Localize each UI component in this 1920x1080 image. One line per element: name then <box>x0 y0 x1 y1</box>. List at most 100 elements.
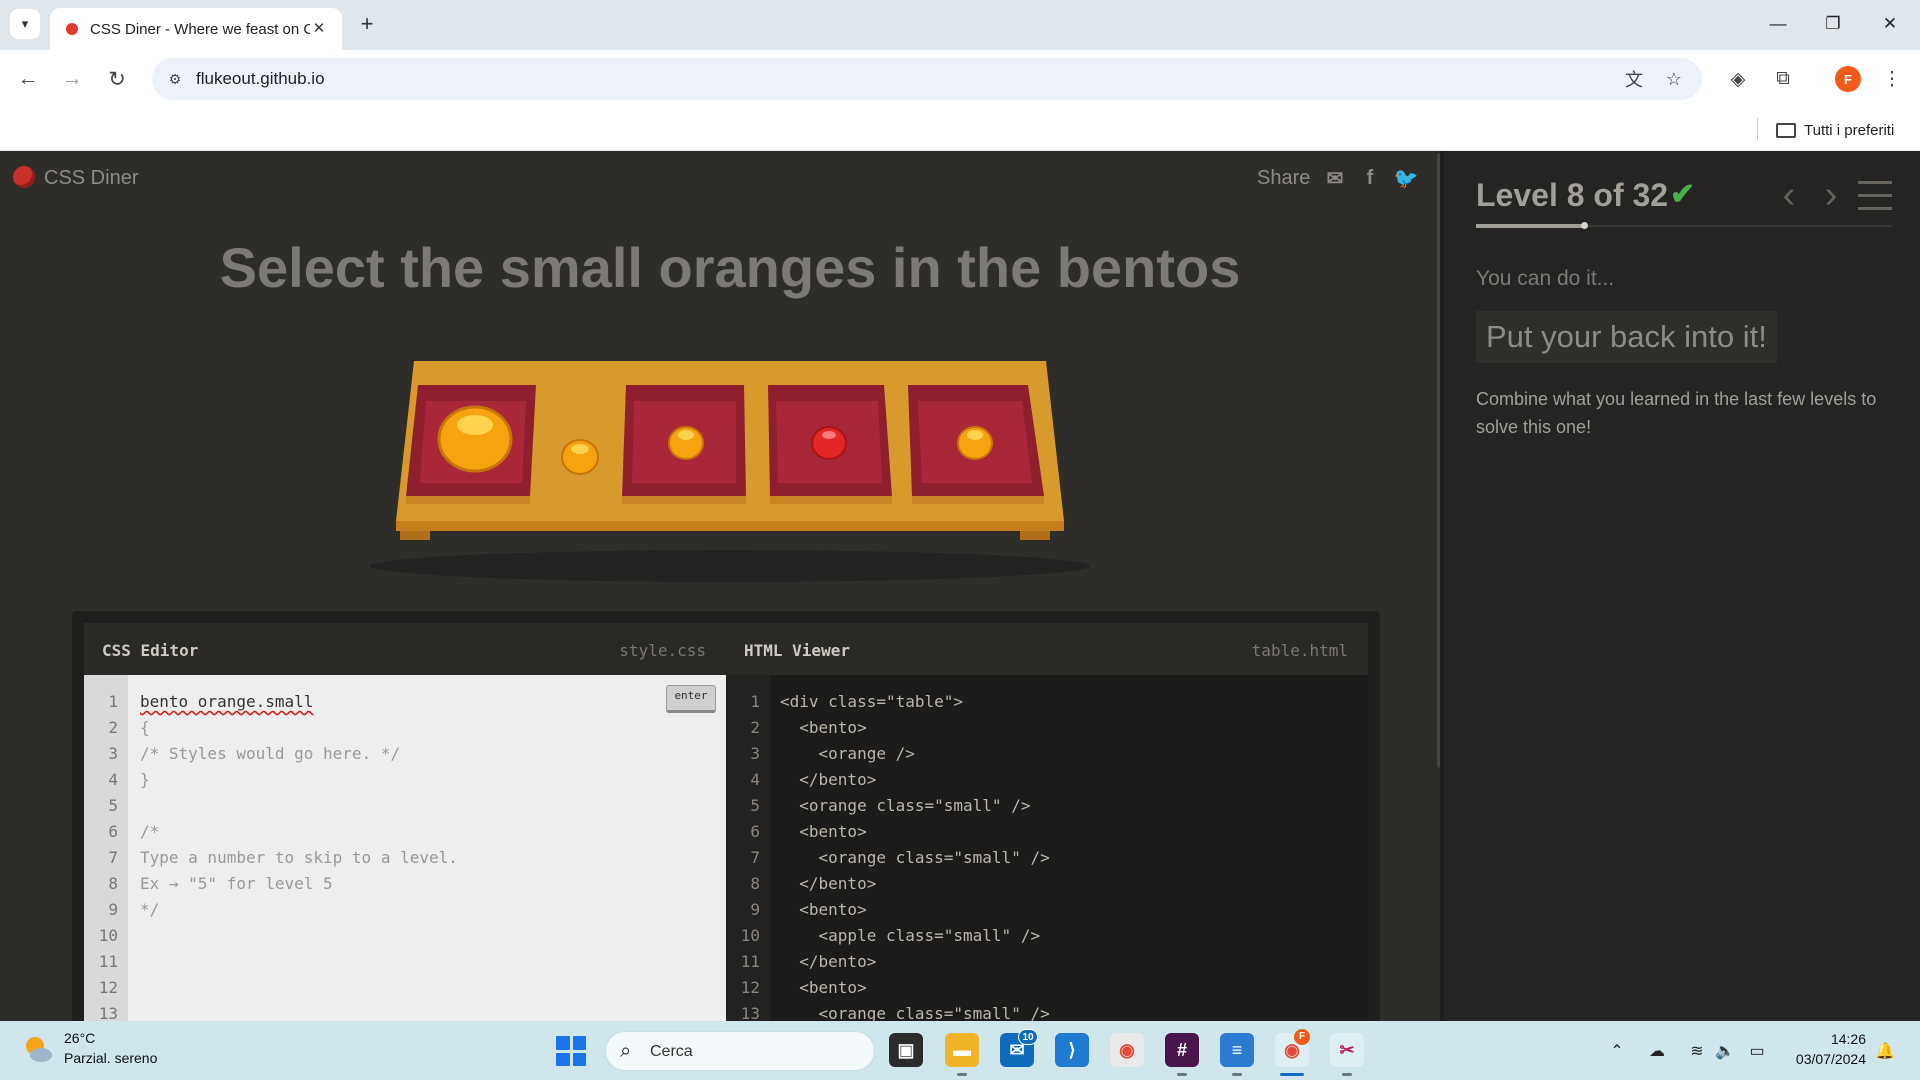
html-line-gutter: 1 2 3 4 5 6 7 8 9 10 11 12 13 <box>726 675 770 1021</box>
dining-table <box>370 361 1090 582</box>
table-leg-left <box>400 531 430 540</box>
site-info-icon[interactable]: ⚙ <box>164 68 186 90</box>
start-button[interactable] <box>556 1036 586 1066</box>
slack-indicator <box>1177 1073 1187 1076</box>
browser-tab-active[interactable]: CSS Diner - Where we feast on CSS Select… <box>50 8 342 50</box>
share-label: Share <box>1257 167 1311 189</box>
clock-date[interactable]: 03/07/2024 <box>1780 1051 1866 1067</box>
slack-icon[interactable]: # <box>1165 1033 1199 1067</box>
next-level-icon[interactable]: › <box>1816 174 1846 216</box>
apple-small-in-bento-3[interactable] <box>811 426 847 460</box>
clock-time[interactable]: 14:26 <box>1790 1031 1866 1047</box>
close-window-button[interactable]: ✕ <box>1870 9 1910 39</box>
level-menu-icon[interactable] <box>1858 181 1892 211</box>
new-tab-button[interactable]: + <box>352 9 382 39</box>
tab-close-icon[interactable]: ✕ <box>308 17 330 39</box>
extensions-icon[interactable]: ⧉ <box>1768 64 1798 94</box>
task-view-icon[interactable]: ▣ <box>889 1033 923 1067</box>
bookmarks-bar: Tutti i preferiti <box>0 108 1920 151</box>
level-instruction: Select the small oranges in the bentos <box>219 236 1241 299</box>
volume-icon[interactable]: 🔈 <box>1713 1039 1737 1063</box>
orange-small-in-bento-2[interactable] <box>668 426 704 460</box>
hint-description: Combine what you learned in the last few… <box>1476 389 1877 437</box>
hint-intro: You can do it... <box>1476 267 1615 290</box>
browser-tab-bar: ▾ CSS Diner - Where we feast on CSS Sele… <box>0 0 1920 50</box>
html-viewer: HTML Viewer table.html 1 2 3 4 5 6 7 8 9… <box>726 623 1368 1021</box>
translate-icon[interactable]: 文 <box>1622 67 1646 91</box>
logo-text[interactable]: CSS Diner <box>44 167 138 190</box>
snipping-tool-indicator <box>1342 1073 1352 1076</box>
bookmark-star-icon[interactable]: ☆ <box>1662 67 1686 91</box>
vscode-icon[interactable]: ⟩ <box>1055 1033 1089 1067</box>
table-shadow <box>370 550 1090 582</box>
onedrive-icon[interactable]: ☁ <box>1645 1039 1669 1063</box>
orange-small-in-bento-4[interactable] <box>957 426 993 460</box>
search-icon: ⌕ <box>620 1040 632 1062</box>
url-text[interactable]: flukeout.github.io <box>196 69 325 89</box>
css-selector-input[interactable]: bento orange.small <box>140 692 313 711</box>
table-leg-right <box>1020 531 1050 540</box>
css-code: bento orange.small { /* Styles would go … <box>140 689 458 923</box>
css-editor: CSS Editor style.css 1 2 3 4 5 6 7 8 9 1… <box>84 623 726 1021</box>
browser-menu-icon[interactable]: ⋮ <box>1877 64 1907 94</box>
tab-favicon-icon <box>66 23 78 35</box>
restore-button[interactable]: ❐ <box>1813 9 1853 39</box>
windows-taskbar: 26°C Parzial. sereno ⌕ Cerca ▣ ▬ ✉ 10 ⟩ … <box>0 1021 1920 1080</box>
completed-check-icon: ✔ <box>1670 178 1696 211</box>
html-code[interactable]: <div class="table"> <bento> <orange /> <… <box>780 689 1050 1021</box>
level-progress-marker <box>1581 222 1588 229</box>
profile-avatar[interactable]: F <box>1835 66 1861 92</box>
minimize-button[interactable]: — <box>1758 9 1798 39</box>
tab-search-button[interactable]: ▾ <box>10 9 40 39</box>
editor-panel: CSS Editor style.css 1 2 3 4 5 6 7 8 9 1… <box>72 611 1380 1021</box>
back-arrow-icon[interactable]: ← <box>12 63 44 95</box>
folder-icon <box>1776 122 1796 138</box>
orange-large[interactable] <box>437 405 513 473</box>
twitter-icon[interactable]: 🐦 <box>1393 165 1419 191</box>
browser-toolbar: ← → ↻ ⚙ flukeout.github.io 文 ☆ ◈ ⧉ F ⋮ <box>0 50 1920 108</box>
all-bookmarks-button[interactable]: Tutti i preferiti <box>1776 118 1894 142</box>
hint-phrase: Put your back into it! <box>1476 311 1777 363</box>
level-progress-fill <box>1476 224 1584 228</box>
enter-button[interactable]: enter <box>666 685 716 713</box>
previous-level-icon[interactable]: ‹ <box>1774 174 1804 216</box>
reload-icon[interactable]: ↻ <box>101 63 133 95</box>
notepad-icon[interactable]: ≡ <box>1220 1033 1254 1067</box>
battery-icon[interactable]: ▭ <box>1745 1039 1769 1063</box>
css-editor-filename: style.css <box>619 641 706 660</box>
game-area: CSS Diner Share ✉ f 🐦 Select the small o… <box>0 151 1440 1021</box>
level-title: Level 8 of 32 <box>1476 177 1669 213</box>
search-label: Cerca <box>650 1043 693 1060</box>
all-bookmarks-label: Tutti i preferiti <box>1804 121 1895 139</box>
logo-icon <box>13 166 35 188</box>
chrome-icon[interactable]: ◉ <box>1110 1033 1144 1067</box>
table-edge <box>396 521 1064 531</box>
snipping-tool-icon[interactable]: ✂ <box>1330 1033 1364 1067</box>
notifications-bell-icon[interactable]: 🔔 <box>1873 1039 1897 1063</box>
html-viewer-filename: table.html <box>1251 641 1348 660</box>
tab-title: CSS Diner - Where we feast on CSS Select… <box>90 21 310 38</box>
notepad-indicator <box>1232 1073 1242 1076</box>
html-viewer-body: 1 2 3 4 5 6 7 8 9 10 11 12 13 <div class… <box>726 675 1368 1021</box>
file-explorer-icon[interactable]: ▬ <box>945 1033 979 1067</box>
forward-arrow-icon[interactable]: → <box>56 63 88 95</box>
mail-badge: 10 <box>1018 1029 1038 1045</box>
address-bar[interactable]: ⚙ flukeout.github.io 文 ☆ <box>152 58 1702 100</box>
weather-description[interactable]: Parzial. sereno <box>64 1050 157 1066</box>
facebook-icon[interactable]: f <box>1357 165 1383 191</box>
html-line-numbers: 1 2 3 4 5 6 7 8 9 10 11 12 13 <box>740 692 760 1021</box>
css-editor-body[interactable]: 1 2 3 4 5 6 7 8 9 10 11 12 13 bento oran… <box>84 675 726 1021</box>
level-sidebar: Level 8 of 32 ✔ ‹ › You can do it... Put… <box>1444 151 1920 1021</box>
wifi-icon[interactable]: ≋ <box>1685 1039 1709 1063</box>
css-editor-title: CSS Editor <box>102 641 199 660</box>
weather-partly-sunny-icon[interactable] <box>22 1033 54 1065</box>
taskbar-search[interactable]: ⌕ Cerca <box>605 1031 875 1071</box>
tray-expand-icon[interactable]: ⌃ <box>1605 1039 1629 1063</box>
bookmarks-separator <box>1757 118 1758 140</box>
chrome-profile-badge: F <box>1294 1029 1310 1045</box>
css-line-gutter: 1 2 3 4 5 6 7 8 9 10 11 12 13 <box>84 675 128 1021</box>
email-icon[interactable]: ✉ <box>1322 165 1348 191</box>
weather-temperature[interactable]: 26°C <box>64 1030 95 1046</box>
orange-small-loose[interactable] <box>561 439 599 475</box>
extension-puzzle-color-icon[interactable]: ◈ <box>1723 64 1753 94</box>
